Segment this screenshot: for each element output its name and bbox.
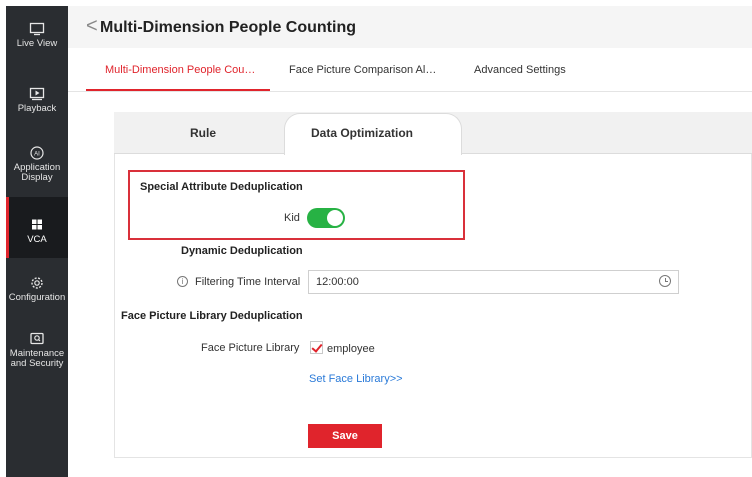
sidebar-item-application-display[interactable]: AI Application Display [6, 146, 68, 183]
sidebar-item-label: VCA [27, 234, 47, 245]
ai-icon: AI [30, 146, 44, 160]
highlight-box [128, 170, 465, 240]
maintenance-icon [30, 332, 44, 345]
sidebar-item-maintenance[interactable]: Maintenance and Security [6, 332, 68, 369]
monitor-icon [29, 22, 45, 36]
page-header: < Multi-Dimension People Counting [68, 6, 752, 48]
sidebar-item-label: Configuration [8, 292, 66, 303]
filtering-interval-input[interactable] [308, 270, 679, 294]
sidebar-item-label: Maintenance and Security [9, 348, 65, 369]
top-tab-bar: Multi-Dimension People Cou… Face Picture… [68, 48, 752, 92]
app-window: Live View Playback AI Application Displa… [0, 0, 752, 477]
sidebar-item-playback[interactable]: Playback [6, 87, 68, 114]
subtab-rule[interactable]: Rule [190, 126, 216, 140]
svg-text:AI: AI [34, 152, 40, 158]
gear-icon [31, 277, 43, 289]
page-title: Multi-Dimension People Counting [100, 19, 356, 36]
subtab-data-optimization[interactable]: Data Optimization [311, 126, 413, 140]
face-library-heading: Face Picture Library Deduplication [121, 310, 303, 322]
tab-multi-dimension[interactable]: Multi-Dimension People Cou… [105, 64, 255, 76]
set-face-library-link[interactable]: Set Face Library>> [309, 373, 403, 385]
sidebar-item-label: Playback [17, 103, 57, 114]
dynamic-deduplication-heading: Dynamic Deduplication [181, 245, 303, 257]
sidebar-item-vca[interactable]: VCA [6, 197, 68, 258]
tab-face-comparison[interactable]: Face Picture Comparison Al… [289, 64, 436, 76]
sidebar-item-configuration[interactable]: Configuration [6, 276, 68, 303]
save-button[interactable]: Save [308, 424, 382, 448]
active-tab-indicator [86, 89, 270, 91]
employee-label: employee [327, 343, 375, 355]
grid-icon [32, 219, 42, 230]
sidebar-item-label: Live View [16, 38, 58, 49]
playback-icon [29, 87, 45, 101]
sidebar: Live View Playback AI Application Displa… [6, 6, 68, 477]
sidebar-item-live-view[interactable]: Live View [6, 22, 68, 49]
filtering-interval-label: Filtering Time Interval [195, 276, 301, 288]
back-icon[interactable]: < [86, 16, 98, 36]
face-library-label: Face Picture Library [201, 342, 300, 354]
sidebar-item-label: Application Display [13, 162, 61, 183]
clock-icon[interactable] [659, 275, 671, 287]
tab-advanced-settings[interactable]: Advanced Settings [474, 64, 566, 76]
info-icon: i [177, 276, 188, 287]
employee-checkbox[interactable] [310, 341, 323, 354]
